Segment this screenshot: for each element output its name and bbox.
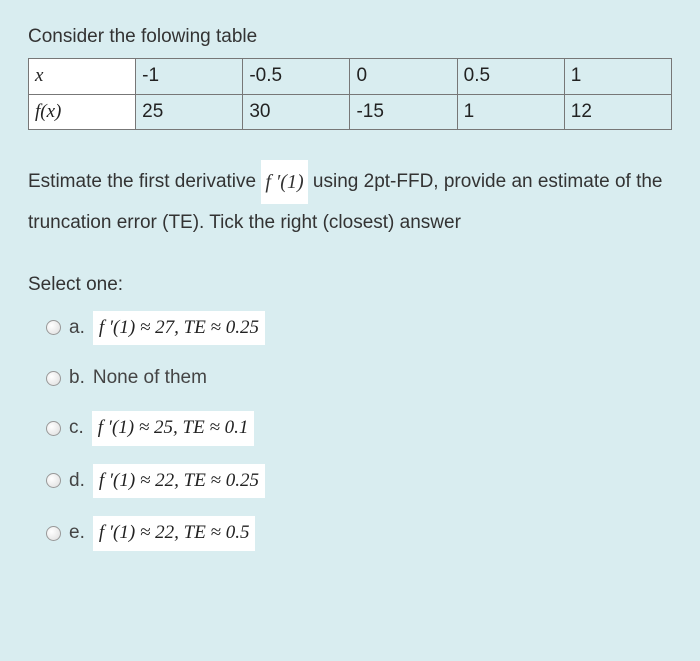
option-letter: a. xyxy=(69,313,85,343)
question-part1: Estimate the first derivative xyxy=(28,171,261,192)
option-b[interactable]: b. None of them xyxy=(46,363,672,393)
table-row: f(x) 25 30 -15 1 12 xyxy=(29,94,672,129)
table-cell: 0.5 xyxy=(457,59,564,94)
select-one-label: Select one: xyxy=(28,270,672,300)
option-letter: d. xyxy=(69,466,85,496)
option-letter: b. xyxy=(69,363,85,393)
option-e[interactable]: e. f ′(1) ≈ 22, TE ≈ 0.5 xyxy=(46,516,672,550)
option-text: None of them xyxy=(93,363,207,393)
question-container: Consider the folowing table x -1 -0.5 0 … xyxy=(0,0,700,591)
table-cell: 0 xyxy=(350,59,457,94)
radio-icon[interactable] xyxy=(46,421,61,436)
prompt-text: Consider the folowing table xyxy=(28,22,672,52)
table-cell: 1 xyxy=(564,59,671,94)
table-cell: -15 xyxy=(350,94,457,129)
options-list: a. f ′(1) ≈ 27, TE ≈ 0.25 b. None of the… xyxy=(28,311,672,551)
table-cell: 25 xyxy=(136,94,243,129)
option-math: f ′(1) ≈ 22, TE ≈ 0.25 xyxy=(93,464,265,498)
data-table: x -1 -0.5 0 0.5 1 f(x) 25 30 -15 1 12 xyxy=(28,58,672,130)
option-math: f ′(1) ≈ 27, TE ≈ 0.25 xyxy=(93,311,265,345)
math-fprime-1: f ′(1) xyxy=(261,160,307,204)
option-a[interactable]: a. f ′(1) ≈ 27, TE ≈ 0.25 xyxy=(46,311,672,345)
option-math: f ′(1) ≈ 22, TE ≈ 0.5 xyxy=(93,516,256,550)
table-cell: 12 xyxy=(564,94,671,129)
table-cell: -1 xyxy=(136,59,243,94)
question-text: Estimate the first derivative f ′(1) usi… xyxy=(28,160,672,242)
table-row: x -1 -0.5 0 0.5 1 xyxy=(29,59,672,94)
table-cell: 30 xyxy=(243,94,350,129)
table-cell: 1 xyxy=(457,94,564,129)
row-header-fx: f(x) xyxy=(29,94,136,129)
option-d[interactable]: d. f ′(1) ≈ 22, TE ≈ 0.25 xyxy=(46,464,672,498)
radio-icon[interactable] xyxy=(46,371,61,386)
row-header-x: x xyxy=(29,59,136,94)
option-math: f ′(1) ≈ 25, TE ≈ 0.1 xyxy=(92,411,255,445)
option-c[interactable]: c. f ′(1) ≈ 25, TE ≈ 0.1 xyxy=(46,411,672,445)
radio-icon[interactable] xyxy=(46,526,61,541)
radio-icon[interactable] xyxy=(46,473,61,488)
table-cell: -0.5 xyxy=(243,59,350,94)
option-letter: c. xyxy=(69,413,84,443)
radio-icon[interactable] xyxy=(46,320,61,335)
option-letter: e. xyxy=(69,518,85,548)
